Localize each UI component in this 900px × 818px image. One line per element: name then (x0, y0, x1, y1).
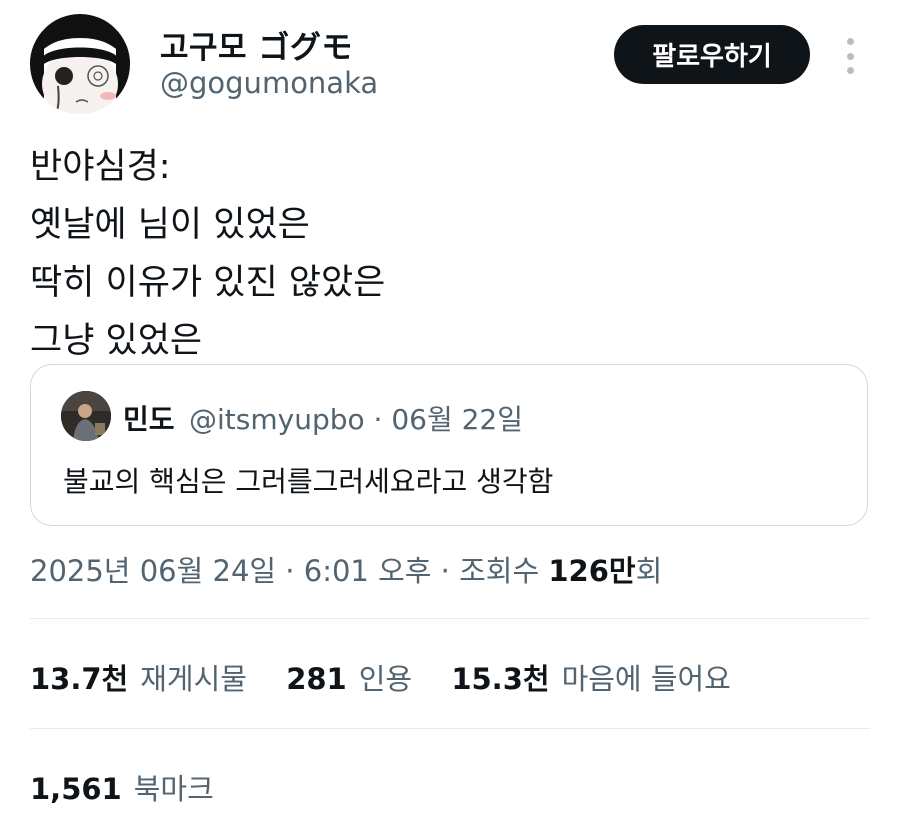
quote-author-avatar[interactable] (61, 391, 111, 441)
tweet-text: 반야심경: 옛날에 님이 있었은 딱히 이유가 있진 않았은 그냥 있었은 (30, 138, 385, 370)
timestamp-text[interactable]: 2025년 06월 24일 · 6:01 오후 · 조회수 (30, 554, 548, 588)
quotes-count: 281 (286, 662, 347, 696)
reposts-stat[interactable]: 13.7천 재게시물 (30, 662, 247, 696)
tweet-line: 반야심경: (30, 147, 171, 187)
quotes-stat[interactable]: 281 인용 (286, 662, 412, 696)
tweet-line: 옛날에 님이 있었은 (30, 205, 310, 245)
view-count: 126만 (548, 554, 636, 588)
quote-text: 불교의 핵심은 그러를그러세요라고 생각함 (63, 465, 554, 498)
reposts-count: 13.7천 (30, 662, 129, 696)
quotes-label: 인용 (358, 662, 413, 696)
quoted-tweet-card[interactable]: 민도 @itsmyupbo · 06월 22일 불교의 핵심은 그러를그러세요라… (30, 364, 868, 526)
quote-author-meta: @itsmyupbo · 06월 22일 (189, 403, 523, 436)
engagement-stats: 13.7천 재게시물 281 인용 15.3천 마음에 들어요 (30, 656, 761, 698)
quote-avatar-photo (61, 391, 111, 441)
bookmarks-label: 북마크 (133, 772, 214, 806)
likes-count: 15.3천 (451, 662, 550, 696)
more-dot (846, 52, 854, 60)
follow-button[interactable]: 팔로우하기 (614, 25, 810, 84)
likes-stat[interactable]: 15.3천 마음에 들어요 (451, 662, 731, 696)
quote-author-name[interactable]: 민도 (123, 398, 175, 438)
tweet-line: 그냥 있었은 (30, 321, 203, 361)
tweet-line: 딱히 이유가 있진 않았은 (30, 263, 386, 303)
bookmarks-count: 1,561 (30, 772, 122, 806)
author-handle[interactable]: @gogumonaka (160, 66, 378, 100)
divider (30, 728, 870, 729)
view-suffix: 회 (635, 554, 663, 588)
author-display-name[interactable]: 고구모 ゴグモ (160, 22, 353, 67)
more-vertical-icon[interactable] (838, 38, 862, 74)
more-dot (846, 38, 854, 45)
timestamp-row: 2025년 06월 24일 · 6:01 오후 · 조회수 126만회 (30, 548, 662, 590)
author-avatar[interactable] (30, 14, 130, 114)
more-dot (846, 67, 854, 74)
bookmarks-stat[interactable]: 1,561 북마크 (30, 766, 214, 808)
divider (30, 618, 870, 619)
likes-label: 마음에 들어요 (561, 662, 731, 696)
avatar-illustration (30, 14, 130, 114)
reposts-label: 재게시물 (140, 662, 247, 696)
